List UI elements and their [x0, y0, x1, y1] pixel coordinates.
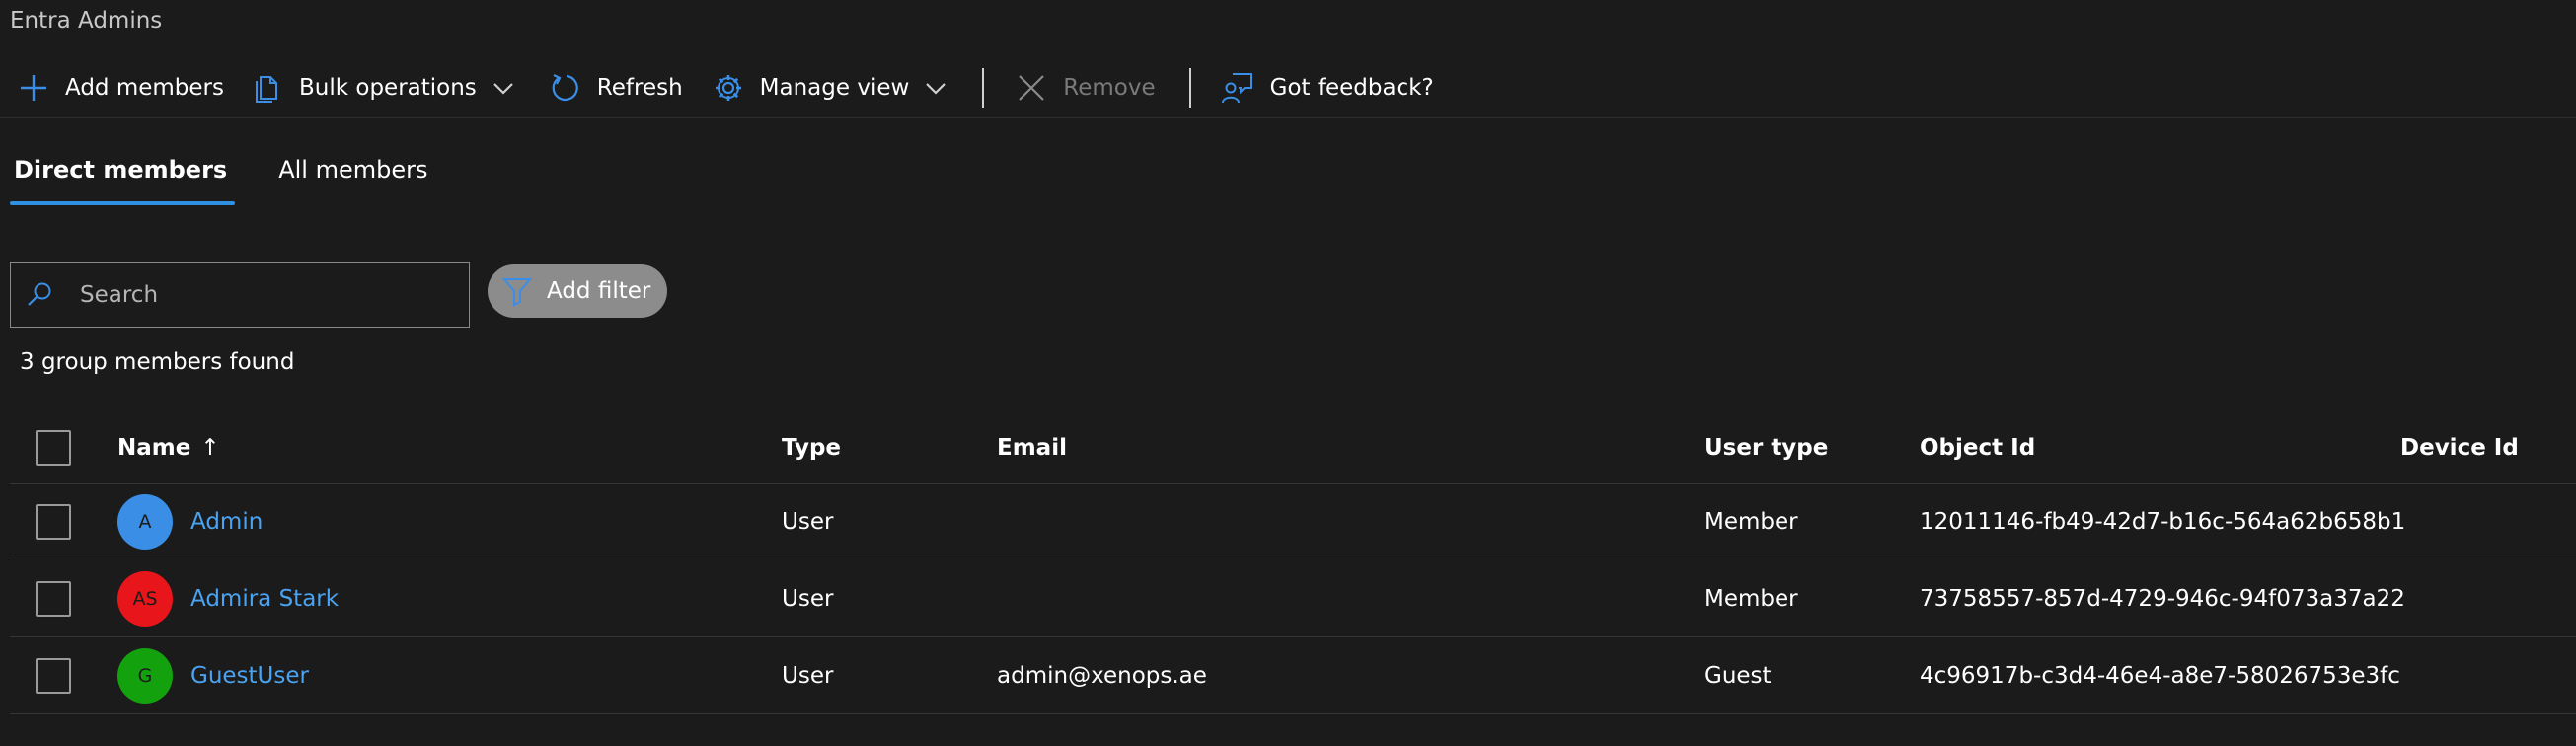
column-header-name[interactable]: Name ↑ — [117, 412, 220, 483]
table-header-row: Name ↑ Type Email User type Object Id De… — [10, 412, 2576, 484]
bulk-operations-label: Bulk operations — [299, 74, 477, 101]
remove-label: Remove — [1063, 74, 1156, 101]
column-header-type[interactable]: Type — [782, 412, 841, 483]
manage-view-label: Manage view — [759, 74, 910, 101]
refresh-label: Refresh — [596, 74, 683, 101]
chevron-down-icon — [926, 82, 947, 95]
table-row: G GuestUser User admin@xenops.ae Guest 4… — [10, 637, 2576, 714]
row-select-cell — [36, 560, 71, 636]
avatar: G — [117, 647, 173, 704]
member-user-type: Guest — [1705, 662, 1772, 689]
row-select-cell — [36, 637, 71, 713]
document-stack-icon — [256, 75, 277, 103]
members-table: Name ↑ Type Email User type Object Id De… — [10, 412, 2576, 714]
bulk-operations-button[interactable]: Bulk operations — [254, 63, 516, 112]
select-all-cell — [36, 412, 71, 483]
avatar: A — [117, 493, 173, 550]
member-tabs: Direct members All members — [10, 150, 475, 205]
row-select-cell — [36, 484, 71, 560]
plus-icon — [21, 74, 46, 101]
member-user-type: Member — [1705, 585, 1798, 612]
member-name-cell: A Admin — [117, 484, 263, 560]
search-input[interactable] — [78, 281, 433, 309]
chevron-down-icon — [493, 82, 513, 95]
feedback-person-icon — [1221, 72, 1252, 103]
sort-ascending-icon: ↑ — [200, 434, 220, 461]
table-row: A Admin User Member 12011146-fb49-42d7-b… — [10, 484, 2576, 560]
refresh-icon — [552, 73, 578, 101]
column-header-device-id[interactable]: Device Id — [2400, 412, 2519, 483]
column-header-email[interactable]: Email — [997, 412, 1067, 483]
member-name-link[interactable]: Admin — [190, 509, 263, 535]
search-icon — [28, 282, 51, 306]
member-user-type: Member — [1705, 508, 1798, 535]
filter-funnel-icon — [501, 278, 533, 307]
member-email: admin@xenops.ae — [997, 662, 1207, 689]
close-icon — [1019, 74, 1045, 101]
column-header-name-label: Name — [117, 434, 191, 461]
table-row: AS Admira Stark User Member 73758557-857… — [10, 560, 2576, 637]
member-name-cell: AS Admira Stark — [117, 560, 339, 636]
add-filter-button[interactable]: Add filter — [488, 264, 667, 318]
member-type: User — [782, 662, 834, 689]
member-name-cell: G GuestUser — [117, 637, 309, 713]
column-header-object-id[interactable]: Object Id — [1920, 412, 2035, 483]
results-count: 3 group members found — [20, 349, 295, 375]
member-type: User — [782, 585, 834, 612]
gear-icon — [715, 74, 741, 101]
member-type: User — [782, 508, 834, 535]
feedback-button[interactable]: Got feedback? — [1221, 63, 1434, 112]
refresh-button[interactable]: Refresh — [550, 63, 683, 112]
page-title: Entra Admins — [10, 8, 163, 34]
search-box[interactable] — [10, 262, 470, 328]
feedback-label: Got feedback? — [1269, 74, 1434, 101]
row-checkbox[interactable] — [36, 503, 71, 540]
add-members-label: Add members — [65, 74, 224, 101]
select-all-checkbox[interactable] — [36, 429, 71, 466]
member-object-id: 12011146-fb49-42d7-b16c-564a62b658b1 — [1920, 508, 2406, 535]
avatar: AS — [117, 570, 173, 627]
member-name-link[interactable]: Admira Stark — [190, 586, 339, 612]
add-members-button[interactable]: Add members — [18, 63, 224, 112]
add-filter-label: Add filter — [547, 278, 651, 304]
row-checkbox[interactable] — [36, 657, 71, 694]
manage-view-button[interactable]: Manage view — [713, 63, 949, 112]
command-bar: Add members Bulk operations Refresh Mana… — [0, 57, 2576, 118]
remove-button[interactable]: Remove — [1016, 63, 1156, 112]
tab-all-members[interactable]: All members — [274, 150, 431, 205]
tab-direct-members[interactable]: Direct members — [10, 150, 236, 205]
row-checkbox[interactable] — [36, 580, 71, 617]
column-header-user-type[interactable]: User type — [1705, 412, 1828, 483]
toolbar-divider — [982, 67, 985, 108]
member-name-link[interactable]: GuestUser — [190, 663, 309, 689]
member-object-id: 73758557-857d-4729-946c-94f073a37a22 — [1920, 585, 2405, 612]
toolbar-divider — [1188, 67, 1191, 108]
member-object-id: 4c96917b-c3d4-46e4-a8e7-58026753e3fc — [1920, 662, 2400, 689]
